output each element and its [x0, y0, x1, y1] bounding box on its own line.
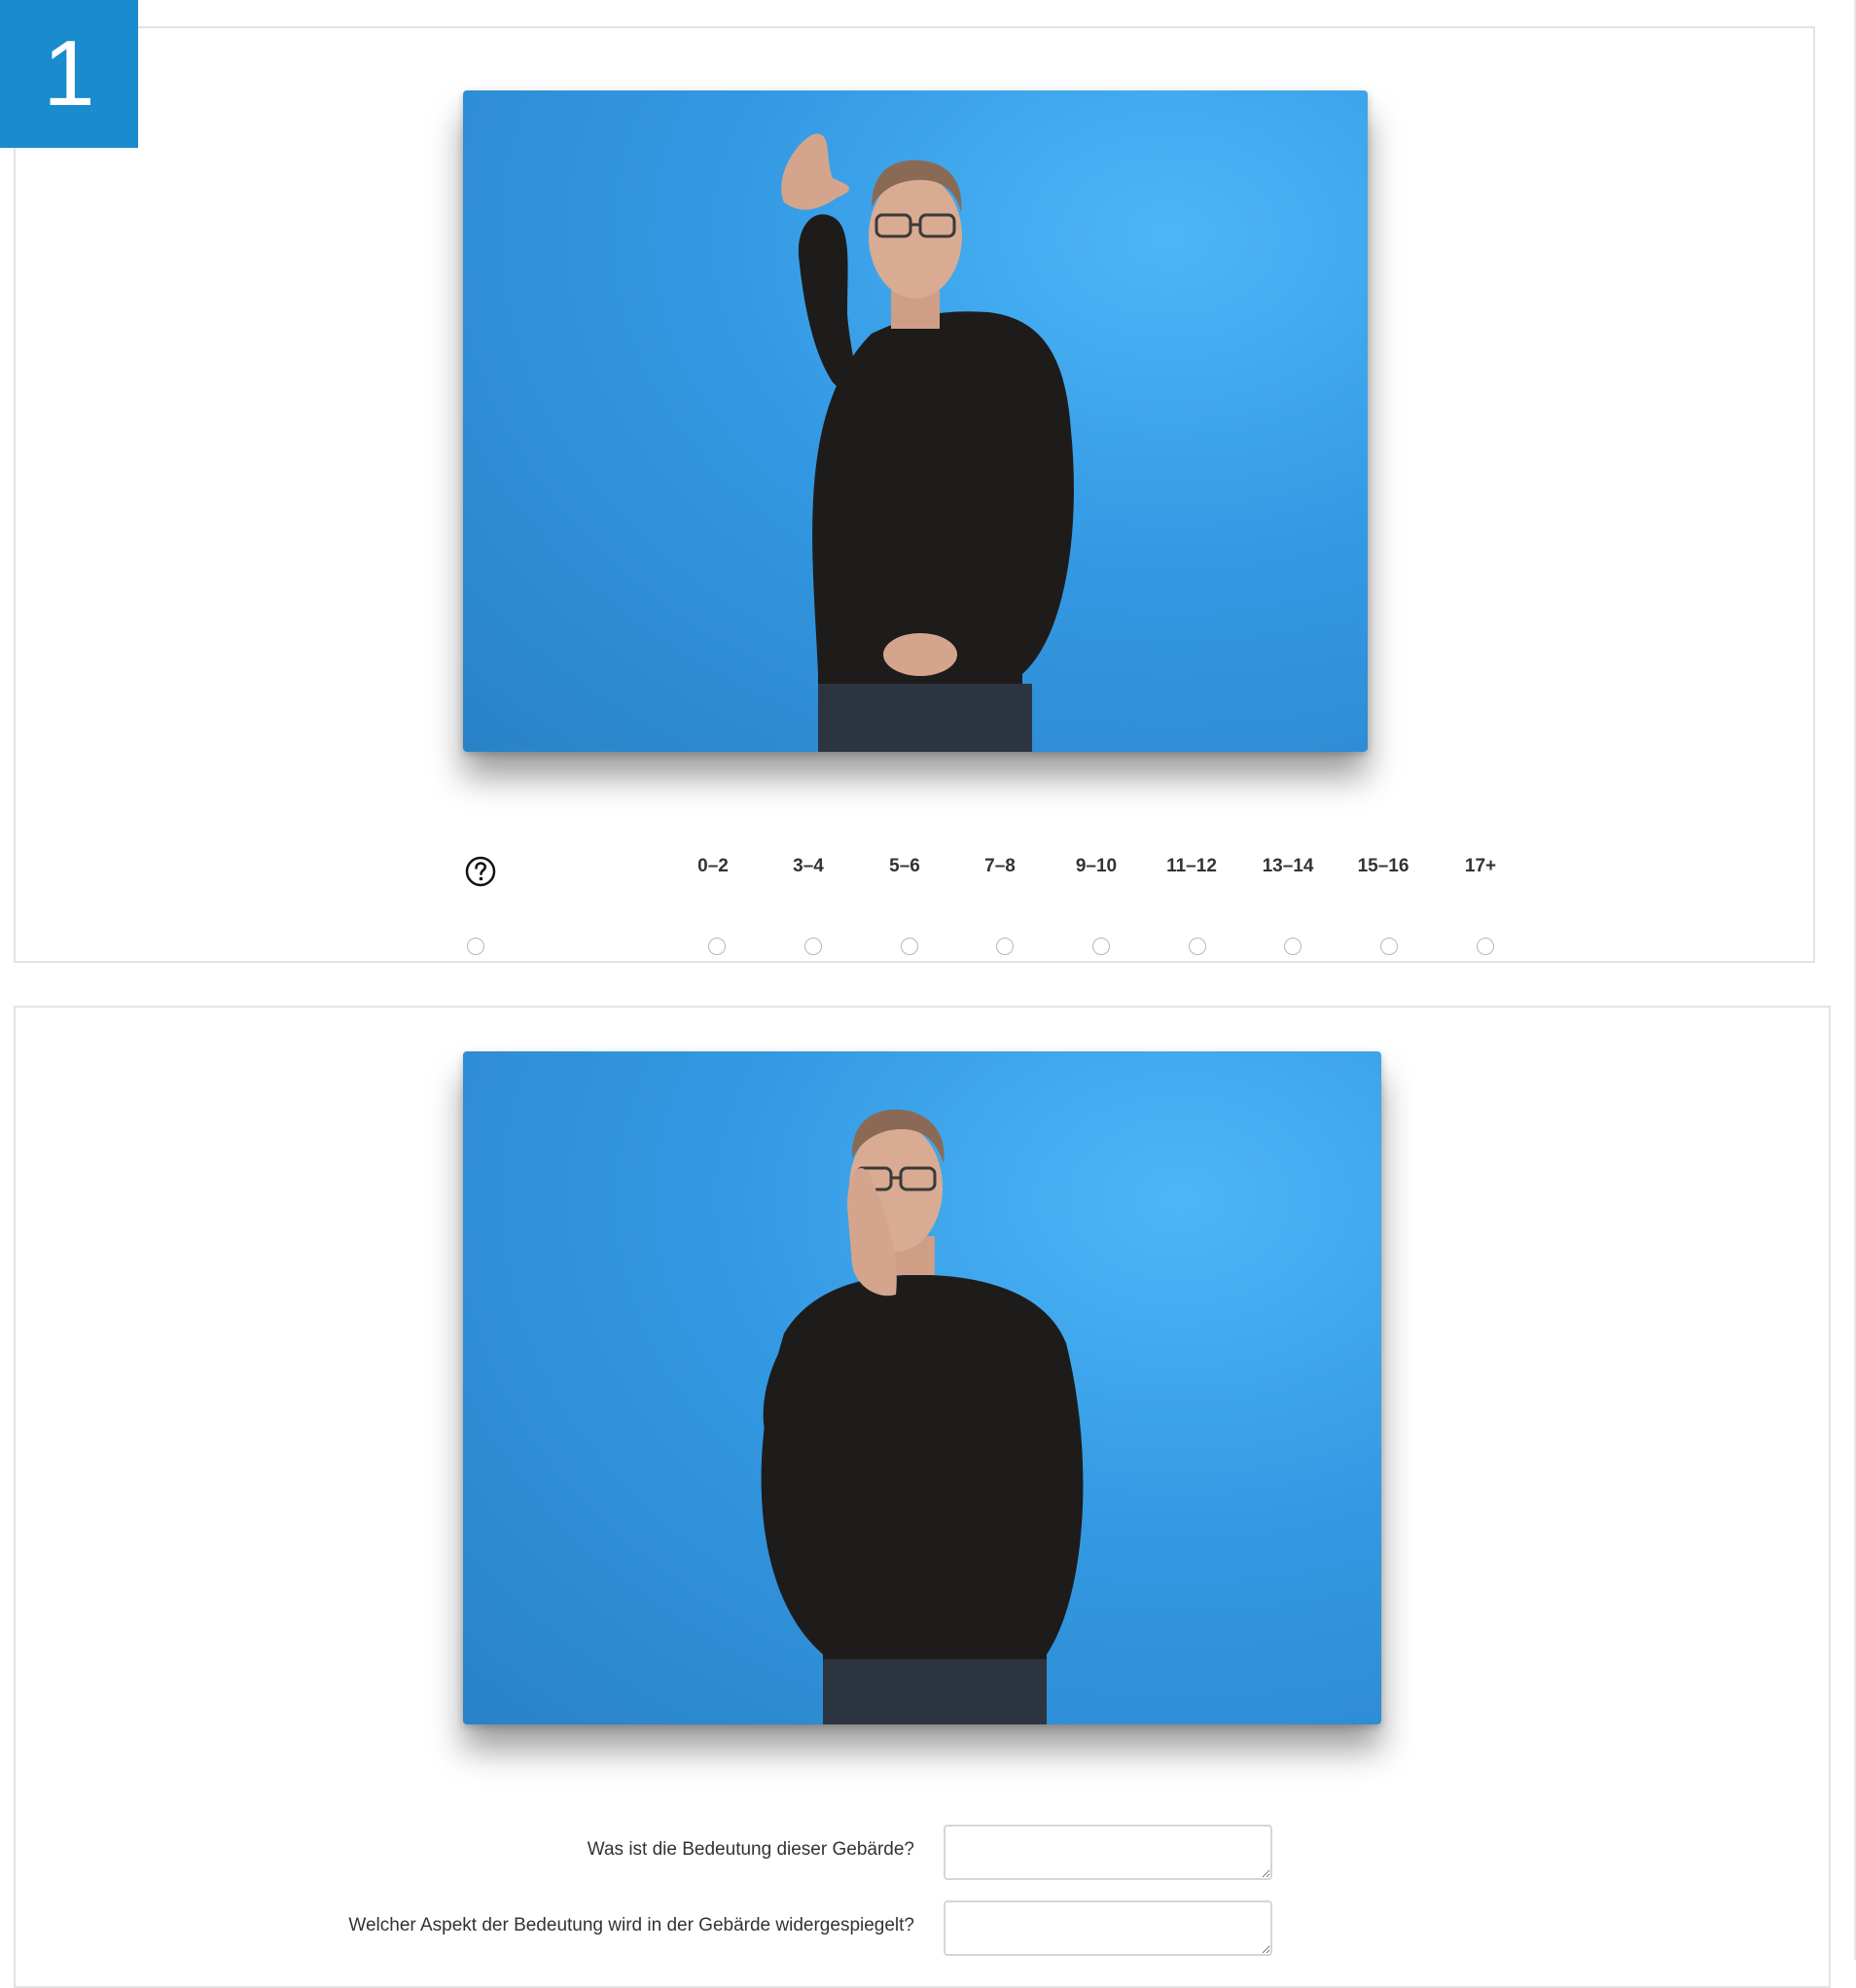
aspect-answer-field[interactable]	[944, 1900, 1272, 1956]
radio-option[interactable]	[1380, 938, 1398, 955]
question-label-aspect: Welcher Aspekt der Bedeutung wird in der…	[348, 1915, 914, 1935]
radio-dont-know[interactable]	[467, 938, 484, 955]
radio-option[interactable]	[1284, 938, 1302, 955]
radio-option[interactable]	[708, 938, 726, 955]
scale-option-label: 9–10	[1075, 856, 1118, 876]
meaning-panel: Was ist die Bedeutung dieser Gebärde? We…	[14, 1006, 1831, 1988]
question-circle-icon[interactable]	[465, 856, 496, 887]
question-number-badge: 1	[0, 0, 138, 148]
scale-option-label: 17+	[1464, 856, 1497, 876]
radio-option[interactable]	[996, 938, 1014, 955]
scale-option-label: 13–14	[1262, 856, 1314, 876]
sign-video-2[interactable]	[463, 1051, 1381, 1724]
scale-option-label: 11–12	[1166, 856, 1217, 876]
meaning-answer-field[interactable]	[944, 1825, 1272, 1880]
radio-option[interactable]	[804, 938, 822, 955]
scale-option-label: 15–16	[1357, 856, 1410, 876]
scale-option-label: 3–4	[793, 856, 824, 876]
radio-option[interactable]	[1477, 938, 1494, 955]
signer-figure-2	[761, 1109, 1084, 1724]
sign-video-1[interactable]	[463, 90, 1368, 752]
radio-option[interactable]	[1092, 938, 1110, 955]
scale-option-label: 7–8	[984, 856, 1016, 876]
scale-option-label: 0–2	[697, 856, 729, 876]
rating-panel: 0–2 3–4 5–6 7–8 9–10 11–12 13–14 15–16 1…	[14, 26, 1815, 963]
radio-option[interactable]	[901, 938, 918, 955]
radio-option[interactable]	[1189, 938, 1206, 955]
scale-option-label: 5–6	[889, 856, 920, 876]
signer-figure-1	[781, 133, 1074, 752]
question-label-meaning: Was ist die Bedeutung dieser Gebärde?	[587, 1839, 914, 1860]
